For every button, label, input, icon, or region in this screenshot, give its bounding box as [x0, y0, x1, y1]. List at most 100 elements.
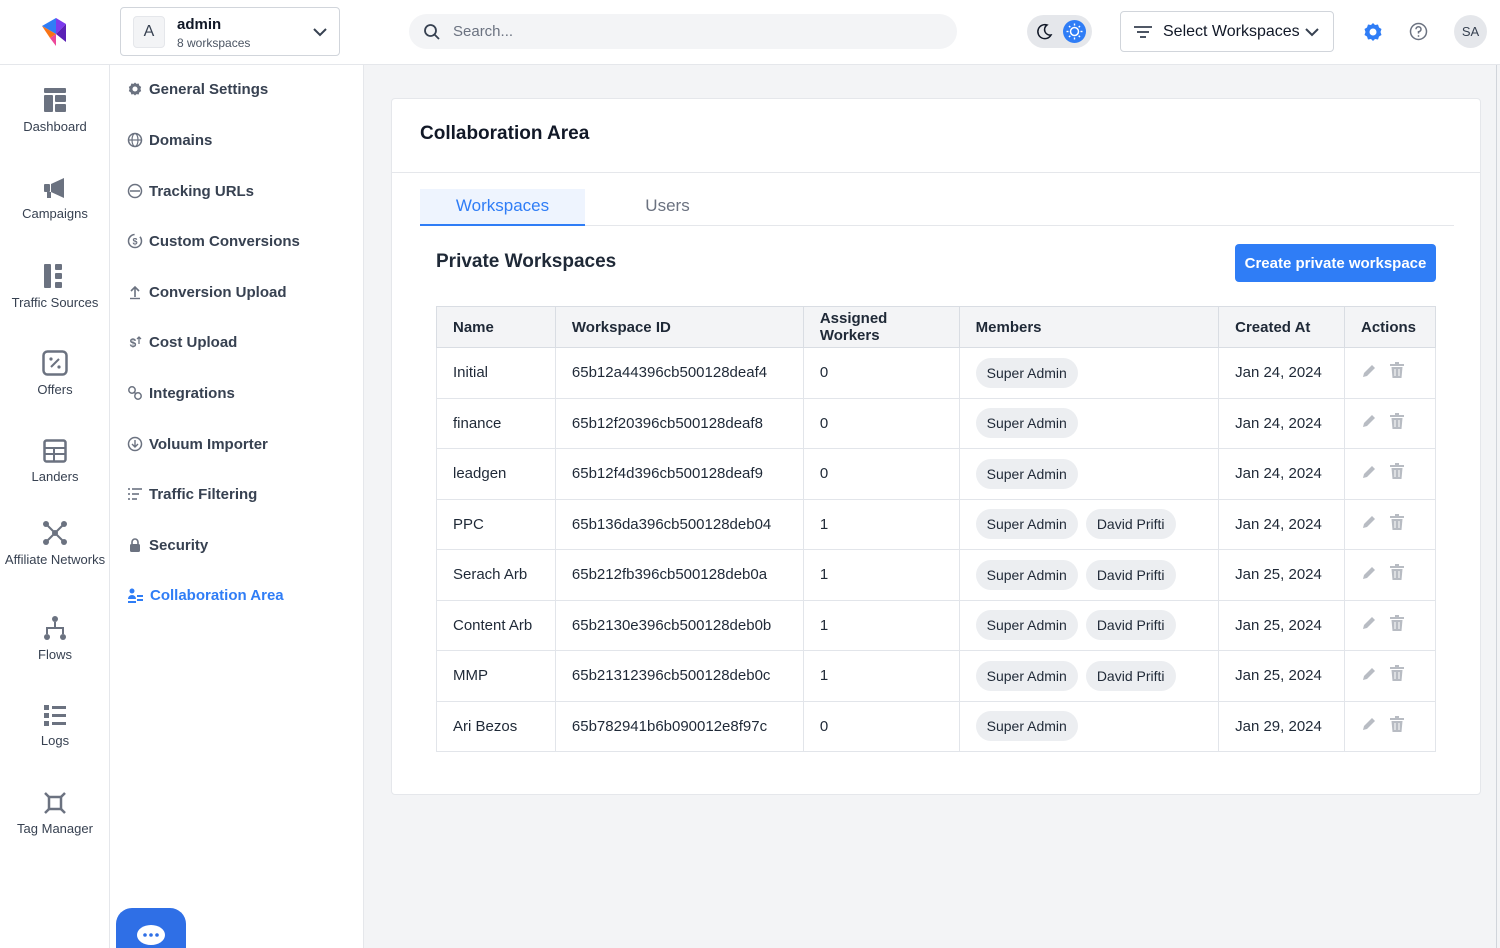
gear-icon[interactable] — [1362, 21, 1384, 43]
logo-icon[interactable] — [36, 14, 72, 50]
table-row: Initial 65b12a44396cb500128deaf4 0 Super Ad… — [436, 347, 1437, 399]
edit-icon[interactable] — [1361, 363, 1377, 383]
cell-created-at: Jan 25, 2024 — [1218, 650, 1345, 702]
nav-item-landers[interactable]: Landers — [0, 439, 110, 484]
cell-created-at: Jan 25, 2024 — [1218, 599, 1345, 651]
workspace-select[interactable]: Select Workspaces — [1120, 11, 1334, 52]
nav-item-dashboard[interactable]: Dashboard — [0, 87, 110, 134]
member-chip: Super Admin — [975, 408, 1078, 439]
nav-label-offers: Offers — [37, 382, 73, 397]
settings-item-conversion-upload[interactable]: Conversion Upload — [127, 280, 287, 304]
settings-label: Cost Upload — [149, 333, 238, 351]
nav-item-campaigns[interactable]: Campaigns — [0, 176, 110, 221]
dollar-cycle-icon: $ — [127, 233, 143, 249]
member-chip: David Prifti — [1085, 660, 1176, 691]
search-bar[interactable] — [409, 14, 957, 49]
left-nav: Dashboard Campaigns Traffic Sources Offe… — [0, 65, 110, 948]
settings-item-cost-upload[interactable]: $ Cost Upload — [127, 330, 238, 354]
cell-created-at: Jan 24, 2024 — [1218, 397, 1345, 449]
filter-list-icon — [128, 488, 142, 500]
globe-icon — [127, 132, 143, 148]
column-header-workspace-id: Workspace ID — [554, 306, 804, 348]
account-avatar: A — [133, 16, 165, 48]
cell-created-at: Jan 24, 2024 — [1218, 448, 1345, 500]
tag-manager-icon — [44, 792, 66, 814]
cell-actions — [1343, 549, 1437, 601]
cell-created-at: Jan 24, 2024 — [1218, 498, 1345, 550]
edit-icon[interactable] — [1361, 666, 1377, 686]
edit-icon[interactable] — [1361, 514, 1377, 534]
cell-assigned-workers: 0 — [802, 700, 960, 752]
settings-label: General Settings — [149, 80, 269, 98]
edit-icon[interactable] — [1361, 464, 1377, 484]
settings-label: Tracking URLs — [149, 182, 255, 200]
settings-item-security[interactable]: Security — [127, 533, 208, 557]
theme-toggle[interactable] — [1027, 15, 1092, 48]
help-icon[interactable] — [1408, 21, 1429, 42]
nav-item-offers[interactable]: Offers — [0, 350, 110, 397]
settings-item-integrations[interactable]: Integrations — [127, 381, 235, 405]
member-chip: Super Admin — [975, 357, 1078, 388]
sun-icon[interactable] — [1063, 20, 1086, 43]
megaphone-icon — [44, 178, 64, 198]
create-private-workspace-button[interactable]: Create private workspace — [1235, 244, 1436, 282]
chat-button[interactable] — [116, 908, 186, 948]
cell-members: Super Admin David Prifti — [958, 549, 1220, 601]
edit-icon[interactable] — [1361, 565, 1377, 585]
trash-icon[interactable] — [1389, 564, 1405, 585]
nav-item-tag-manager[interactable]: Tag Manager — [0, 791, 110, 836]
member-chip: David Prifti — [1085, 610, 1176, 641]
member-chip: Super Admin — [975, 559, 1078, 590]
section-title: Private Workspaces — [436, 251, 617, 272]
landers-icon — [43, 439, 67, 463]
account-switcher[interactable]: A admin 8 workspaces — [120, 7, 340, 56]
moon-icon[interactable] — [1033, 20, 1056, 43]
settings-item-custom-conversions[interactable]: $ Custom Conversions — [127, 229, 300, 253]
cell-created-at: Jan 25, 2024 — [1218, 549, 1345, 601]
cell-members: Super Admin — [958, 448, 1220, 500]
nav-label-landers: Landers — [31, 469, 79, 484]
table-row: PPC 65b136da396cb500128deb04 1 Super Admin D… — [436, 498, 1437, 550]
trash-icon[interactable] — [1389, 513, 1405, 535]
nav-item-flows[interactable]: Flows — [0, 615, 110, 662]
settings-item-traffic-filtering[interactable]: Traffic Filtering — [127, 482, 257, 506]
tab-users[interactable]: Users — [585, 189, 750, 226]
cell-workspace-id: 65b782941b6b090012e8f97c — [554, 700, 804, 752]
table-row: finance 65b12f20396cb500128deaf8 0 Super Ad… — [436, 397, 1437, 449]
trash-icon[interactable] — [1389, 362, 1405, 383]
column-header-created-at: Created At — [1218, 306, 1345, 348]
settings-item-general[interactable]: General Settings — [127, 77, 268, 101]
cell-workspace-id: 65b12f4d396cb500128deaf9 — [554, 448, 804, 500]
settings-item-voluum-importer[interactable]: Voluum Importer — [127, 432, 268, 456]
cell-members: Super Admin David Prifti — [958, 599, 1220, 651]
nav-item-logs[interactable]: Logs — [0, 703, 110, 748]
edit-icon[interactable] — [1361, 716, 1377, 736]
cell-actions — [1343, 700, 1437, 752]
edit-icon[interactable] — [1361, 413, 1377, 433]
cell-actions — [1343, 599, 1437, 651]
edit-icon[interactable] — [1361, 615, 1377, 635]
nav-item-affiliate-networks[interactable]: Affiliate Networks — [0, 520, 110, 567]
trash-icon[interactable] — [1389, 412, 1405, 434]
nav-item-traffic-sources[interactable]: Traffic Sources — [0, 263, 110, 310]
nav-label-logs: Logs — [40, 733, 70, 748]
member-chip: Super Admin — [975, 610, 1078, 641]
settings-item-domains[interactable]: Domains — [127, 128, 212, 152]
settings-label: Collaboration Area — [150, 586, 284, 604]
trash-icon[interactable] — [1389, 614, 1405, 636]
cell-actions — [1343, 498, 1437, 550]
settings-item-tracking-urls[interactable]: Tracking URLs — [127, 179, 254, 203]
collaboration-icon — [128, 588, 143, 603]
settings-label: Custom Conversions — [149, 232, 300, 250]
trash-icon[interactable] — [1389, 715, 1405, 737]
tab-workspaces[interactable]: Workspaces — [420, 189, 585, 226]
user-avatar[interactable]: SA — [1454, 15, 1487, 48]
settings-item-collaboration-area[interactable]: Collaboration Area — [127, 583, 284, 607]
trash-icon[interactable] — [1389, 463, 1405, 484]
trash-icon[interactable] — [1389, 665, 1405, 686]
account-workspaces-count: 8 workspaces — [177, 36, 251, 50]
search-input[interactable] — [453, 14, 933, 49]
member-chip: Super Admin — [975, 509, 1078, 540]
column-header-name: Name — [436, 306, 556, 348]
cell-members: Super Admin — [958, 397, 1220, 449]
